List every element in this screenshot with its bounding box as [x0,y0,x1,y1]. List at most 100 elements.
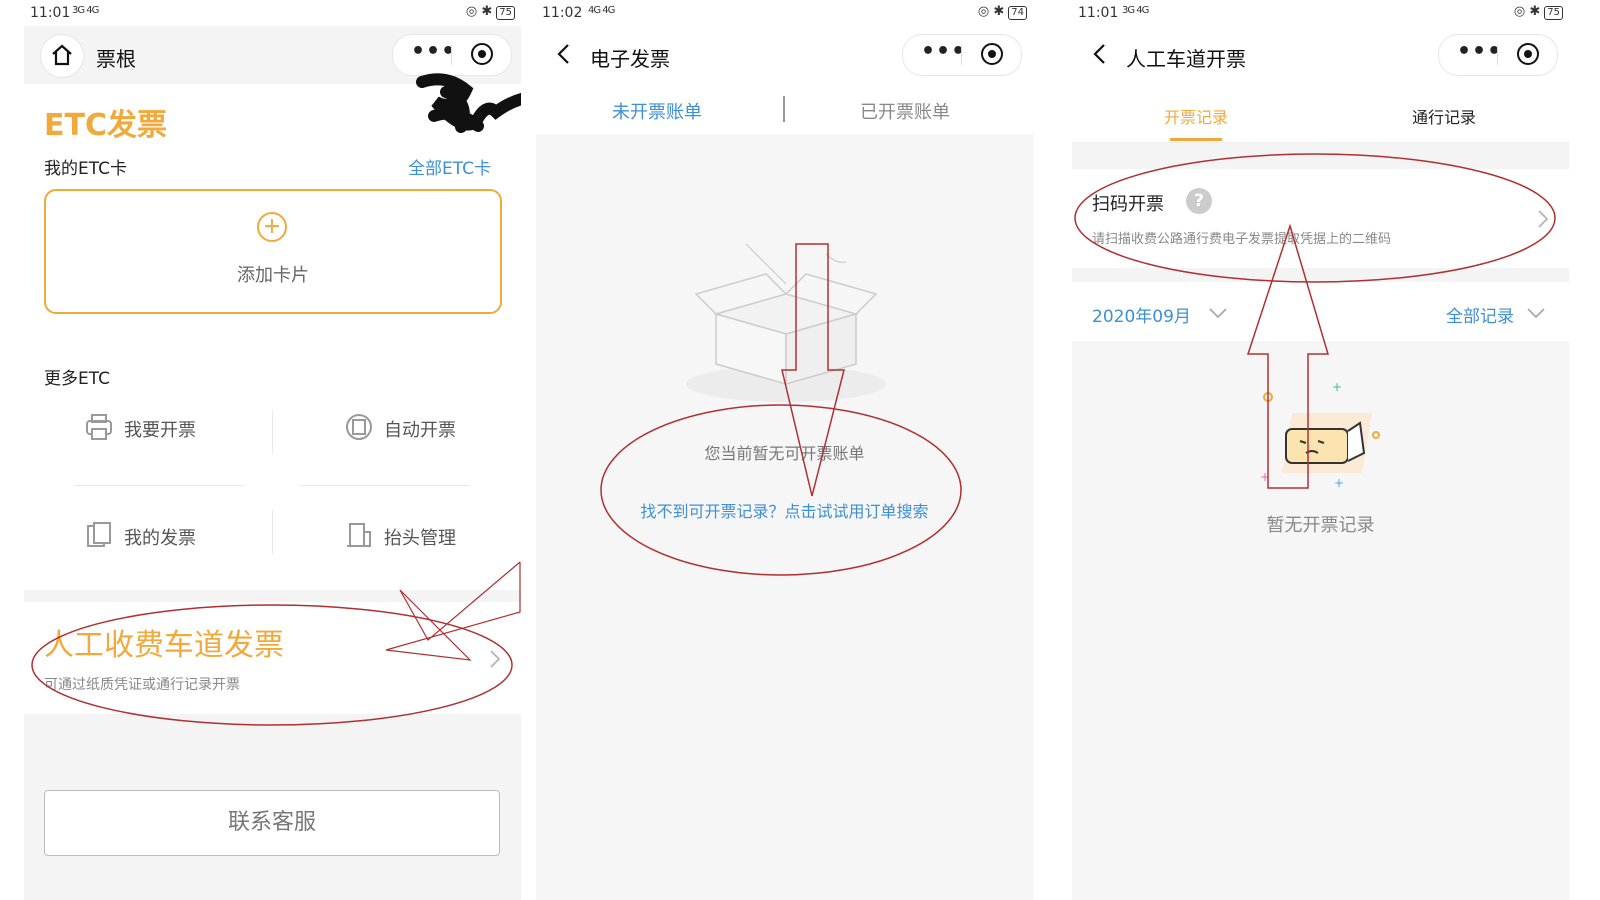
status-right: ◎ ✱ 75 [466,4,515,20]
chevron-down-icon[interactable] [1526,306,1546,320]
manual-lane-title: 人工收费车道发票 [44,628,284,663]
tab-invoiced[interactable]: 已开票账单 [860,98,950,124]
more-icon[interactable]: ••• [921,39,966,64]
status-bar: 11:01 3G 4G ◎ ✱ 75 [24,0,521,26]
chevron-right-icon [1538,210,1549,228]
tab-bar: 未开票账单 已开票账单 [536,84,1033,134]
back-arrow-icon[interactable] [554,42,574,66]
panel-piaogen: 11:01 3G 4G ◎ ✱ 75 票根 ••• ETC发票 我的ETC卡 全部… [24,0,521,900]
battery-icon: 75 [496,6,515,20]
svg-text:+: + [1332,383,1342,394]
tab-divider [783,96,785,122]
printer-icon [86,414,112,440]
grid-divider-h [74,485,244,486]
more-etc-label: 更多ETC [44,369,110,389]
page-title: 票根 [96,47,136,71]
empty-box-illustration [686,243,886,402]
manual-lane-invoice-row[interactable]: 人工收费车道发票 可通过纸质凭证或通行记录开票 [24,602,521,714]
grid-item-my-invoices[interactable]: 我的发票 [84,520,254,556]
status-time: 11:02 [542,5,583,21]
status-time: 11:01 [1078,5,1119,21]
gray-gap [1072,268,1569,282]
close-miniprogram-icon[interactable] [981,43,1003,65]
empty-ticket-illustration: + + + [1260,383,1380,490]
scan-invoice-subtitle: 请扫描收费公路通行费电子发票提取凭据上的二维码 [1092,232,1392,247]
more-icon[interactable]: ••• [1457,39,1502,64]
content-area: 您当前暂无可开票账单 找不到可开票记录？点击试试用订单搜索 [536,134,1033,900]
svg-text:+: + [1260,470,1270,484]
battery-icon: 74 [1008,6,1027,20]
grid-item-title-management[interactable]: 抬头管理 [344,520,514,556]
svg-text:+: + [1334,476,1344,490]
plus-icon: + [257,212,287,242]
tab-invoice-records[interactable]: 开票记录 [1164,104,1228,128]
section-gap [24,590,521,602]
panel-e-invoice: 11:02 4G 4G ◎ ✱ 74 电子发票 ••• 未开票账单 已开票账单 您… [536,0,1033,900]
auto-invoice-icon [346,414,372,440]
grid-item-label: 自动开票 [384,420,456,441]
capsule-divider [1497,45,1498,65]
grid-item-label: 抬头管理 [384,528,456,549]
status-time: 11:01 [30,5,71,21]
redaction-scribble [416,73,521,133]
signal-icon: 3G 4G [72,5,99,16]
status-right: ◎ ✱ 75 [1514,4,1563,20]
grid-divider-h [300,485,470,486]
grid-item-issue-invoice[interactable]: 我要开票 [84,412,254,448]
building-icon [347,523,371,547]
content-area: + + + 暂无开票记录 [1072,343,1569,900]
panel-manual-lane: 11:01 3G 4G ◎ ✱ 75 人工车道开票 ••• 开票记录 通行记录 扫… [1072,0,1569,900]
my-etc-label: 我的ETC卡 [44,159,127,179]
add-card-button[interactable]: + 添加卡片 [44,189,502,314]
tab-bar: 开票记录 通行记录 [1072,84,1569,143]
tab-travel-records[interactable]: 通行记录 [1412,104,1476,128]
more-icon[interactable]: ••• [411,39,456,64]
contact-service-label: 联系客服 [227,810,316,835]
close-miniprogram-icon[interactable] [1517,43,1539,65]
grid-item-auto-invoice[interactable]: 自动开票 [344,412,514,448]
capsule-divider [451,45,452,65]
etc-title: ETC发票 [44,108,167,143]
scan-invoice-row[interactable]: 扫码开票 ? 请扫描收费公路通行费电子发票提取凭据上的二维码 [1072,170,1569,268]
capsule-menu[interactable]: ••• [392,34,512,76]
nav-bar: 电子发票 ••• [536,26,1033,84]
invoice-icon [87,522,111,547]
scan-invoice-title: 扫码开票 [1092,194,1164,215]
empty-state-text: 您当前暂无可开票账单 [704,444,865,463]
tab-uninvoiced[interactable]: 未开票账单 [612,98,702,124]
capsule-menu[interactable]: ••• [1438,34,1558,76]
capsule-divider [961,45,962,65]
record-filter-selector[interactable]: 全部记录 [1446,302,1514,327]
order-search-link[interactable]: 找不到可开票记录？点击试试用订单搜索 [536,498,1033,522]
all-etc-link[interactable]: 全部ETC卡 [408,154,491,179]
back-arrow-icon[interactable] [1090,42,1110,66]
contact-service-button[interactable]: 联系客服 [44,790,500,856]
help-icon[interactable]: ? [1186,188,1212,214]
tab-active-indicator [1170,138,1222,141]
home-button[interactable] [40,34,84,78]
chevron-down-icon[interactable] [1208,306,1228,320]
grid-item-label: 我的发票 [124,528,196,549]
grid-item-label: 我要开票 [124,420,196,441]
page-title: 人工车道开票 [1126,47,1246,71]
grid-divider-v [272,510,273,554]
signal-icon: 4G 4G [588,5,615,16]
status-bar: 11:02 4G 4G ◎ ✱ 74 [536,0,1033,26]
status-bar: 11:01 3G 4G ◎ ✱ 75 [1072,0,1569,26]
nav-bar: 人工车道开票 ••• [1072,26,1569,84]
status-right: ◎ ✱ 74 [978,4,1027,20]
close-miniprogram-icon[interactable] [471,43,493,65]
manual-lane-subtitle: 可通过纸质凭证或通行记录开票 [44,677,240,693]
signal-icon: 3G 4G [1122,5,1149,16]
empty-state-text: 暂无开票记录 [1266,515,1375,536]
home-icon [52,44,72,66]
filter-row: 2020年09月 全部记录 [1072,282,1569,343]
gray-gap [1072,143,1569,169]
month-selector[interactable]: 2020年09月 [1092,302,1191,327]
battery-icon: 75 [1544,6,1563,20]
page-title: 电子发票 [590,47,670,71]
capsule-menu[interactable]: ••• [902,34,1022,76]
grid-divider-v [272,410,273,454]
chevron-right-icon [490,650,501,668]
add-card-label: 添加卡片 [237,265,309,286]
